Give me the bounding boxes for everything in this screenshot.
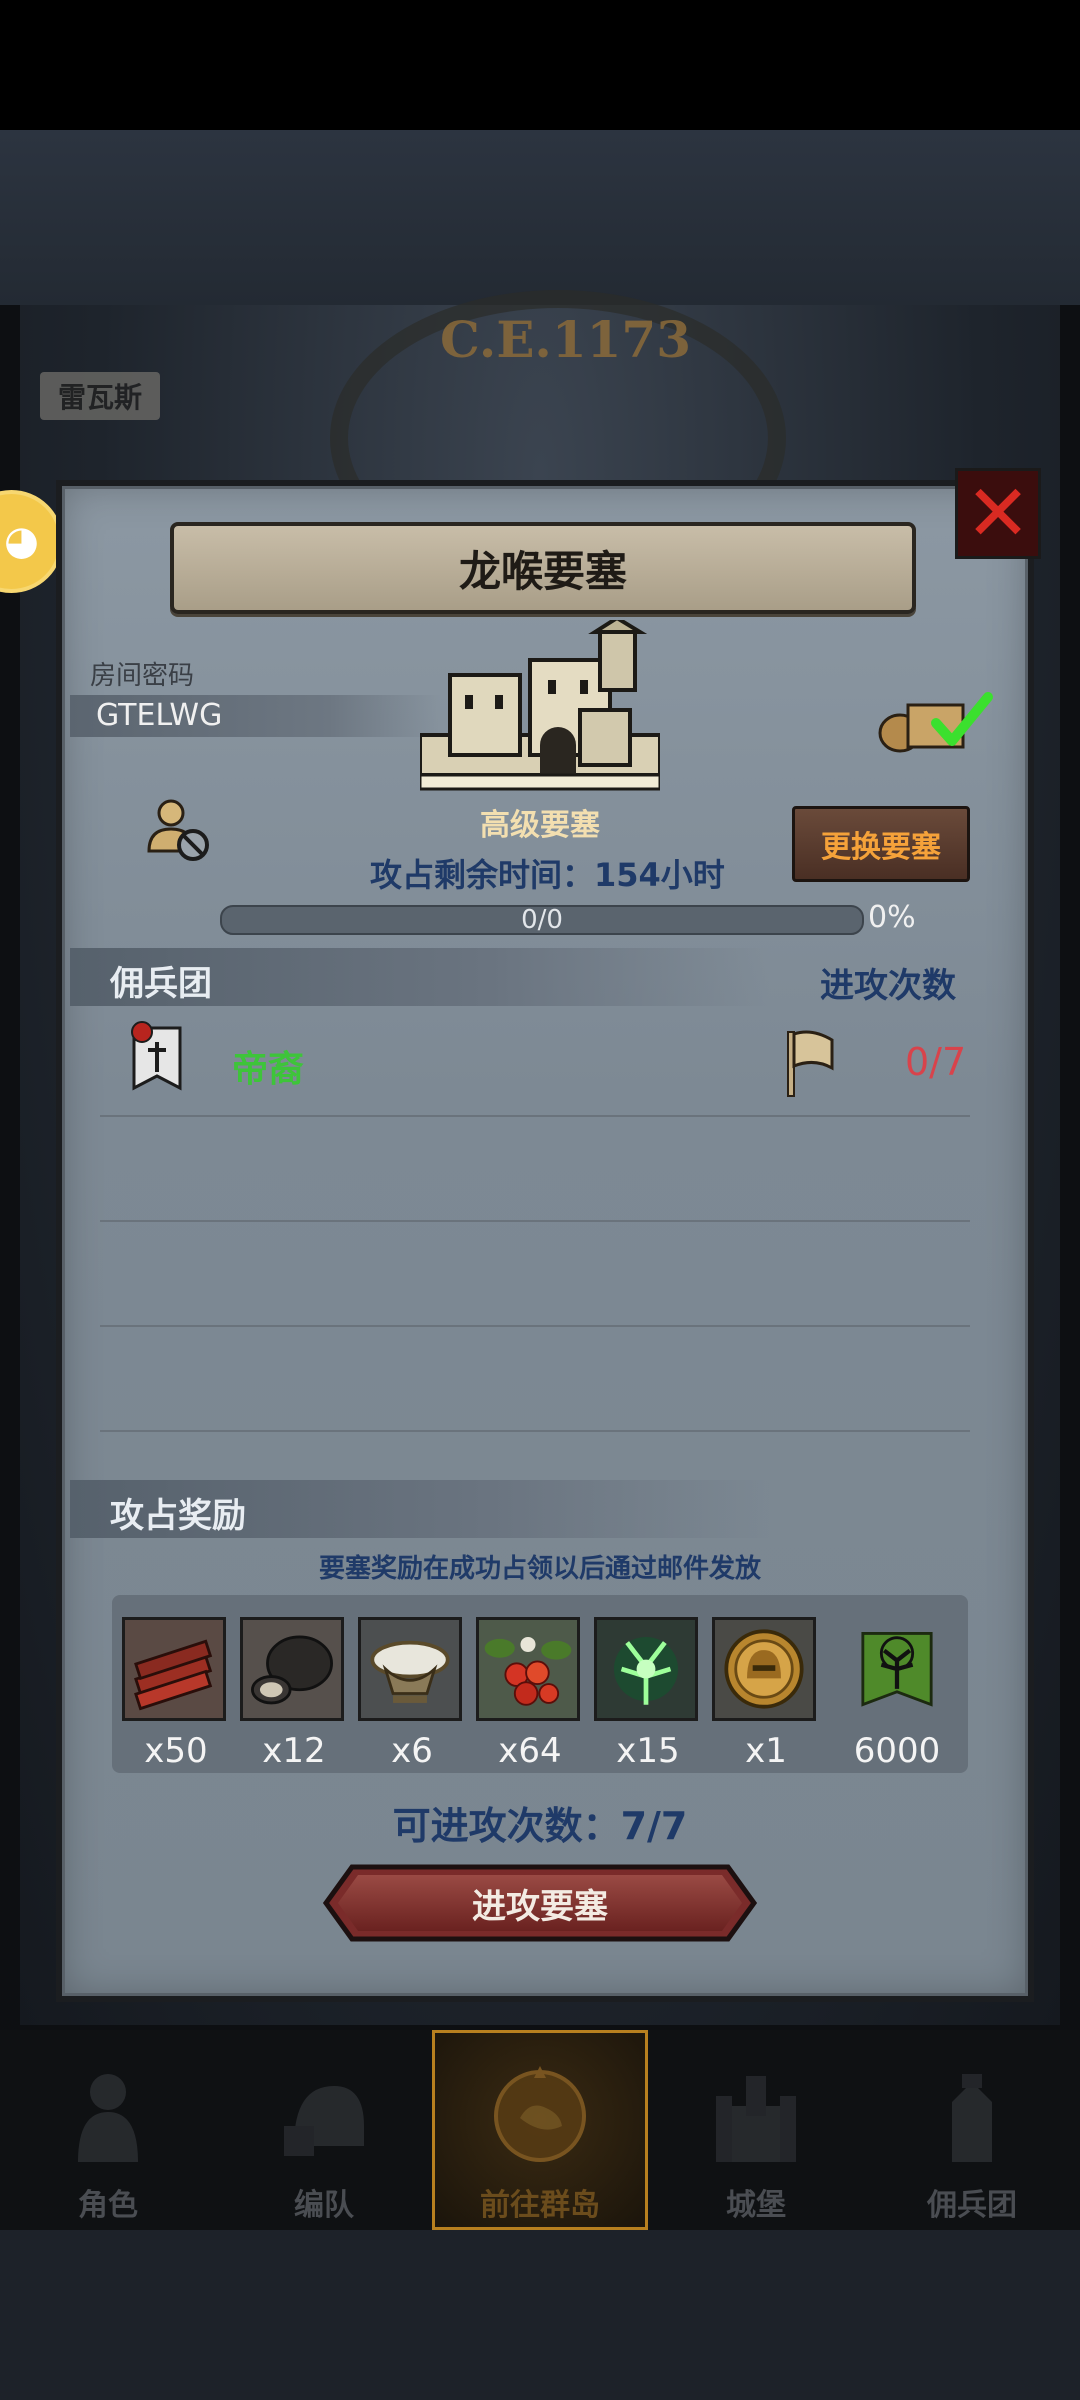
reward-item[interactable]: x12: [240, 1617, 348, 1771]
title-plate: 龙喉要塞: [170, 522, 916, 614]
row-divider: [100, 1115, 970, 1117]
mercenary-icon: [952, 2074, 992, 2162]
reward-qty: x12: [262, 1731, 326, 1771]
close-icon: ✕: [965, 468, 1031, 559]
reward-qty: x15: [616, 1731, 680, 1771]
reward-qty: x50: [144, 1731, 208, 1771]
attack-fortress-button[interactable]: 进攻要塞: [322, 1863, 758, 1943]
room-code[interactable]: GTELWG: [96, 698, 222, 733]
green-spirit-icon: [594, 1617, 698, 1721]
nav-label: 城堡: [726, 2188, 786, 2223]
row-divider: [100, 1325, 970, 1327]
tree-banner-icon: [861, 1632, 933, 1707]
reward-item[interactable]: x15: [594, 1617, 702, 1771]
mercenary-header: 佣兵团: [110, 964, 212, 1004]
truffle-icon: [240, 1617, 344, 1721]
nav-label: 佣兵团: [927, 2188, 1017, 2223]
reward-qty: x6: [391, 1731, 433, 1771]
block-user-icon[interactable]: [145, 795, 215, 865]
reward-qty: x1: [745, 1731, 787, 1771]
reward-item[interactable]: 6000: [842, 1617, 952, 1771]
nav-label: 前往群岛: [480, 2188, 600, 2223]
row-divider: [100, 1430, 970, 1432]
bottom-band: [0, 2230, 1080, 2400]
available-attacks: 可进攻次数：7/7: [392, 1804, 688, 1848]
reward-item[interactable]: x64: [476, 1617, 584, 1771]
progress-percent: 0%: [868, 900, 916, 935]
attack-count-header: 进攻次数: [820, 966, 956, 1006]
room-code-label: 房间密码: [90, 661, 195, 691]
nav-item-islands[interactable]: 前往群岛: [432, 2030, 648, 2230]
status-bar: [0, 0, 1080, 130]
reward-item[interactable]: x1: [712, 1617, 820, 1771]
remaining-time: 攻占剩余时间：154小时: [370, 856, 725, 894]
castle-icon: [716, 2076, 796, 2162]
knight-icon: [78, 2074, 138, 2162]
nav-label: 编队: [294, 2188, 354, 2223]
reward-item[interactable]: x50: [122, 1617, 230, 1771]
attack-fortress-label: 进攻要塞: [472, 1887, 608, 1927]
flag-icon: [787, 1030, 834, 1097]
nav-item-mercenary[interactable]: 佣兵团: [864, 2030, 1080, 2230]
close-button[interactable]: ✕: [955, 468, 1041, 559]
bottom-nav: 角色 编队 前往群岛 城堡 佣兵团: [0, 2030, 1080, 2230]
nav-item-castle[interactable]: 城堡: [648, 2030, 864, 2230]
capture-progress-bar: 0/0: [220, 905, 864, 935]
guild-attack-count: 0/7: [905, 1040, 967, 1084]
guild-name[interactable]: 帝裔: [232, 1040, 304, 1092]
reward-header: 攻占奖励: [110, 1496, 246, 1536]
helmet-formation-icon: [284, 2086, 364, 2156]
reward-qty: x64: [498, 1731, 562, 1771]
fortress-castle-icon: [420, 620, 660, 791]
reward-qty: 6000: [853, 1731, 941, 1771]
row-divider: [100, 1220, 970, 1222]
city-label: 雷瓦斯: [40, 372, 161, 420]
change-fortress-button[interactable]: 更换要塞: [792, 806, 970, 882]
top-band: [0, 130, 1080, 305]
reward-note: 要塞奖励在成功占领以后通过邮件发放: [318, 1554, 761, 1584]
reward-item[interactable]: x6: [358, 1617, 466, 1771]
fortress-type: 高级要塞: [480, 808, 600, 843]
bird-icon: ◕: [4, 518, 39, 564]
guild-banner-icon: [131, 1021, 182, 1091]
gold-helmet-coin-icon: [712, 1617, 816, 1721]
year-label: C.E.1173: [440, 310, 692, 369]
nav-label: 角色: [78, 2188, 138, 2223]
panel-title: 龙喉要塞: [458, 546, 627, 596]
resource-check-icon[interactable]: [878, 685, 998, 755]
nav-item-formation[interactable]: 编队: [216, 2030, 432, 2230]
salt-bowl-icon: [358, 1617, 462, 1721]
berries-icon: [476, 1617, 580, 1721]
nav-item-character[interactable]: 角色: [0, 2030, 216, 2230]
wood-logs-icon: [122, 1617, 226, 1721]
progress-text: 0/0: [521, 905, 563, 935]
change-fortress-label: 更换要塞: [821, 830, 941, 865]
compass-map-icon: [494, 2066, 586, 2162]
